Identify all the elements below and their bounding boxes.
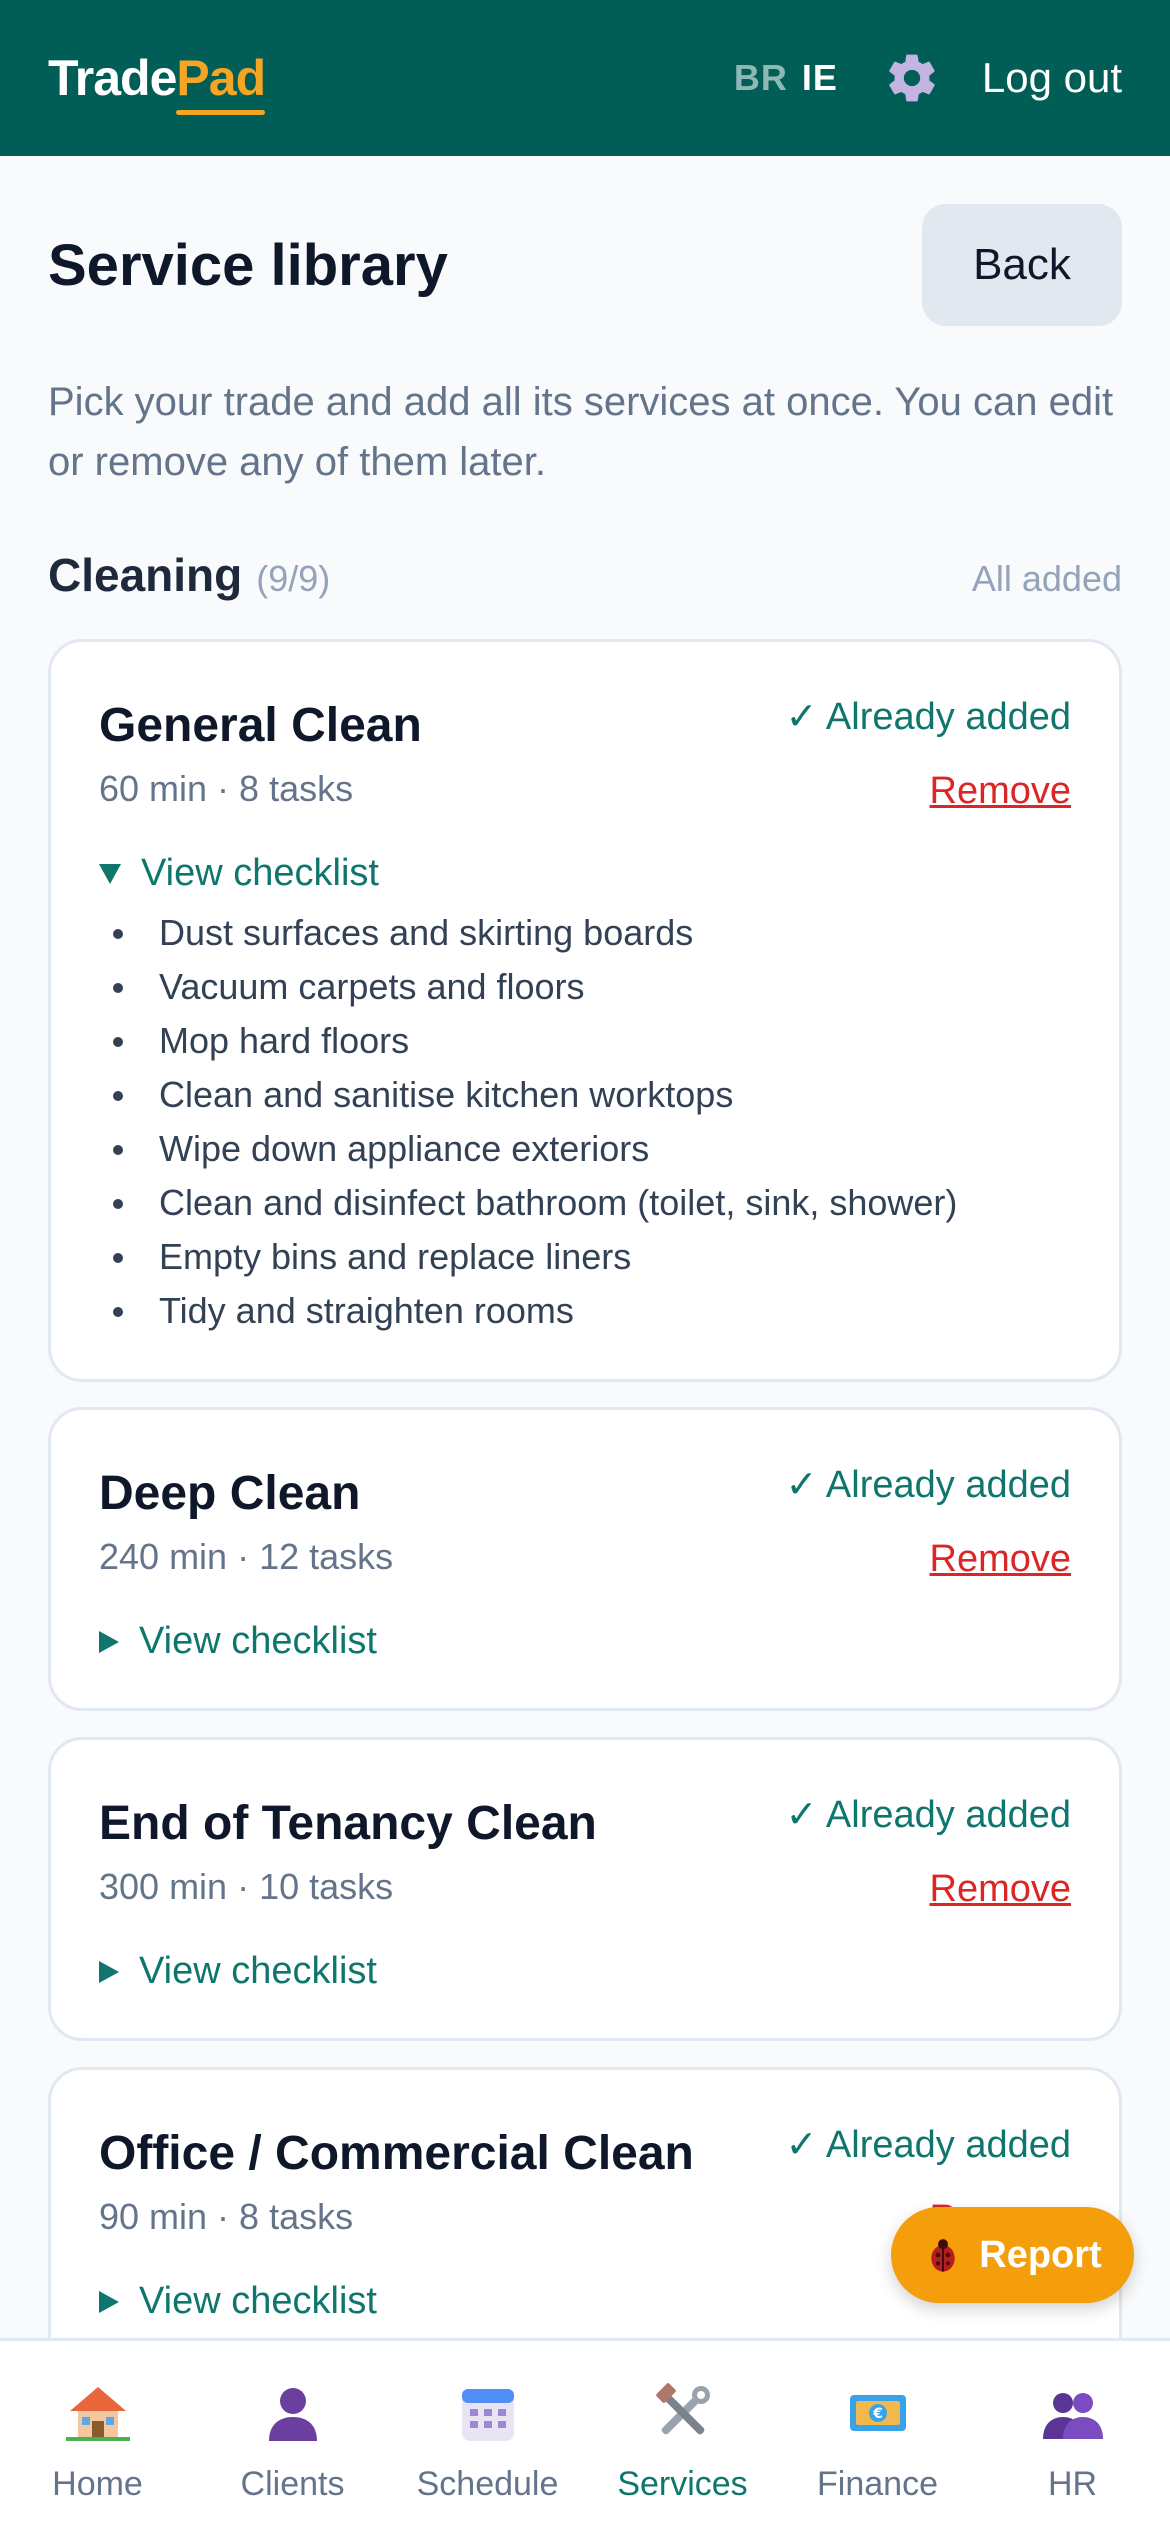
nav-label: Schedule bbox=[416, 2465, 559, 2503]
nav-home[interactable]: Home bbox=[0, 2341, 195, 2532]
section-status: All added bbox=[971, 558, 1122, 599]
page-header: Service library Back bbox=[48, 204, 1122, 326]
service-meta: 300 min · 10 tasks bbox=[99, 1866, 394, 1907]
service-title: Office / Commercial Clean bbox=[99, 2127, 694, 2180]
house-icon bbox=[65, 2387, 130, 2441]
checklist-item: Empty bins and replace liners bbox=[99, 1230, 957, 1284]
remove-link[interactable]: Remove bbox=[930, 1538, 1072, 1581]
checklist-item: Wipe down appliance exteriors bbox=[99, 1122, 957, 1176]
lang-br-option[interactable]: BR bbox=[734, 57, 788, 98]
already-added-badge: ✓ Already added bbox=[785, 1464, 1071, 1506]
service-meta: 240 min · 12 tasks bbox=[99, 1536, 394, 1577]
service-card: Deep Clean 240 min · 12 tasks ✓ Already … bbox=[48, 1407, 1122, 1711]
caret-down-icon bbox=[99, 863, 121, 884]
view-checklist-toggle[interactable]: View checklist bbox=[99, 852, 379, 895]
already-added-badge: ✓ Already added bbox=[785, 2124, 1071, 2166]
nav-label: HR bbox=[1047, 2465, 1098, 2503]
section-header: Cleaning (9/9) All added bbox=[48, 548, 1122, 602]
tools-icon bbox=[655, 2383, 710, 2435]
intro-text: Pick your trade and add all its services… bbox=[48, 380, 1114, 484]
service-card: End of Tenancy Clean 300 min · 10 tasks … bbox=[48, 1737, 1122, 2041]
service-title: End of Tenancy Clean bbox=[99, 1797, 597, 1850]
checklist-item: Tidy and straighten rooms bbox=[99, 1284, 957, 1338]
caret-right-icon bbox=[99, 1630, 119, 1653]
service-meta: 60 min · 8 tasks bbox=[99, 768, 354, 809]
checklist-item: Dust surfaces and skirting boards bbox=[99, 906, 957, 960]
section-title: Cleaning bbox=[48, 549, 243, 601]
page-title: Service library bbox=[48, 232, 448, 298]
report-bug-button[interactable]: Report bbox=[891, 2207, 1134, 2303]
nav-label: Clients bbox=[240, 2465, 345, 2503]
top-bar: Trade Pad BR IE Log out bbox=[0, 0, 1170, 156]
calendar-icon bbox=[461, 2389, 514, 2441]
checklist: Dust surfaces and skirting boards Vacuum… bbox=[99, 906, 957, 1338]
view-checklist-toggle[interactable]: View checklist bbox=[99, 1950, 377, 1993]
view-checklist-label: View checklist bbox=[141, 852, 379, 894]
back-button[interactable]: Back bbox=[922, 204, 1122, 326]
view-checklist-label: View checklist bbox=[139, 1950, 377, 1992]
logout-button[interactable]: Log out bbox=[982, 54, 1122, 102]
people-icon bbox=[1042, 2393, 1103, 2439]
view-checklist-toggle[interactable]: View checklist bbox=[99, 2280, 377, 2323]
checklist-item: Clean and sanitise kitchen worktops bbox=[99, 1068, 957, 1122]
remove-link[interactable]: Remove bbox=[930, 770, 1072, 813]
nav-label: Services bbox=[617, 2465, 748, 2503]
checklist-item: Clean and disinfect bathroom (toilet, si… bbox=[99, 1176, 957, 1230]
nav-clients[interactable]: Clients bbox=[195, 2341, 390, 2532]
logo-pad: Pad bbox=[176, 50, 266, 115]
nav-schedule[interactable]: Schedule bbox=[390, 2341, 585, 2532]
service-title: General Clean bbox=[99, 699, 422, 752]
already-added-badge: ✓ Already added bbox=[785, 696, 1071, 738]
report-label: Report bbox=[979, 2233, 1102, 2276]
caret-right-icon bbox=[99, 1960, 119, 1983]
already-added-badge: ✓ Already added bbox=[785, 1794, 1071, 1836]
logo-trade: Trade bbox=[48, 50, 177, 106]
service-title: Deep Clean bbox=[99, 1467, 361, 1520]
nav-label: Finance bbox=[817, 2465, 938, 2503]
view-checklist-label: View checklist bbox=[139, 1620, 377, 1662]
section-count: (9/9) bbox=[256, 558, 331, 599]
checklist-item: Mop hard floors bbox=[99, 1014, 957, 1068]
bug-icon bbox=[931, 2239, 955, 2272]
bottom-nav: Home Clients Schedule Services € Finance… bbox=[0, 2338, 1170, 2532]
svg-text:€: € bbox=[872, 2406, 883, 2422]
nav-finance[interactable]: € Finance bbox=[780, 2341, 975, 2532]
view-checklist-label: View checklist bbox=[139, 2280, 377, 2322]
top-bar-actions: BR IE Log out bbox=[734, 50, 1122, 106]
language-switcher: BR IE bbox=[734, 57, 838, 99]
nav-label: Home bbox=[52, 2465, 143, 2503]
nav-services[interactable]: Services bbox=[585, 2341, 780, 2532]
person-icon bbox=[268, 2388, 317, 2441]
remove-link[interactable]: Remove bbox=[930, 1868, 1072, 1911]
service-card: General Clean 60 min · 8 tasks ✓ Already… bbox=[48, 639, 1122, 1382]
app-logo[interactable]: Trade Pad bbox=[48, 49, 266, 115]
nav-hr[interactable]: HR bbox=[975, 2341, 1170, 2532]
lang-ie-option[interactable]: IE bbox=[802, 57, 838, 98]
view-checklist-toggle[interactable]: View checklist bbox=[99, 1620, 377, 1663]
caret-right-icon bbox=[99, 2290, 119, 2313]
service-meta: 90 min · 8 tasks bbox=[99, 2196, 354, 2237]
checklist-item: Vacuum carpets and floors bbox=[99, 960, 957, 1014]
gear-icon[interactable] bbox=[884, 50, 940, 106]
banknote-icon: € bbox=[849, 2395, 906, 2431]
